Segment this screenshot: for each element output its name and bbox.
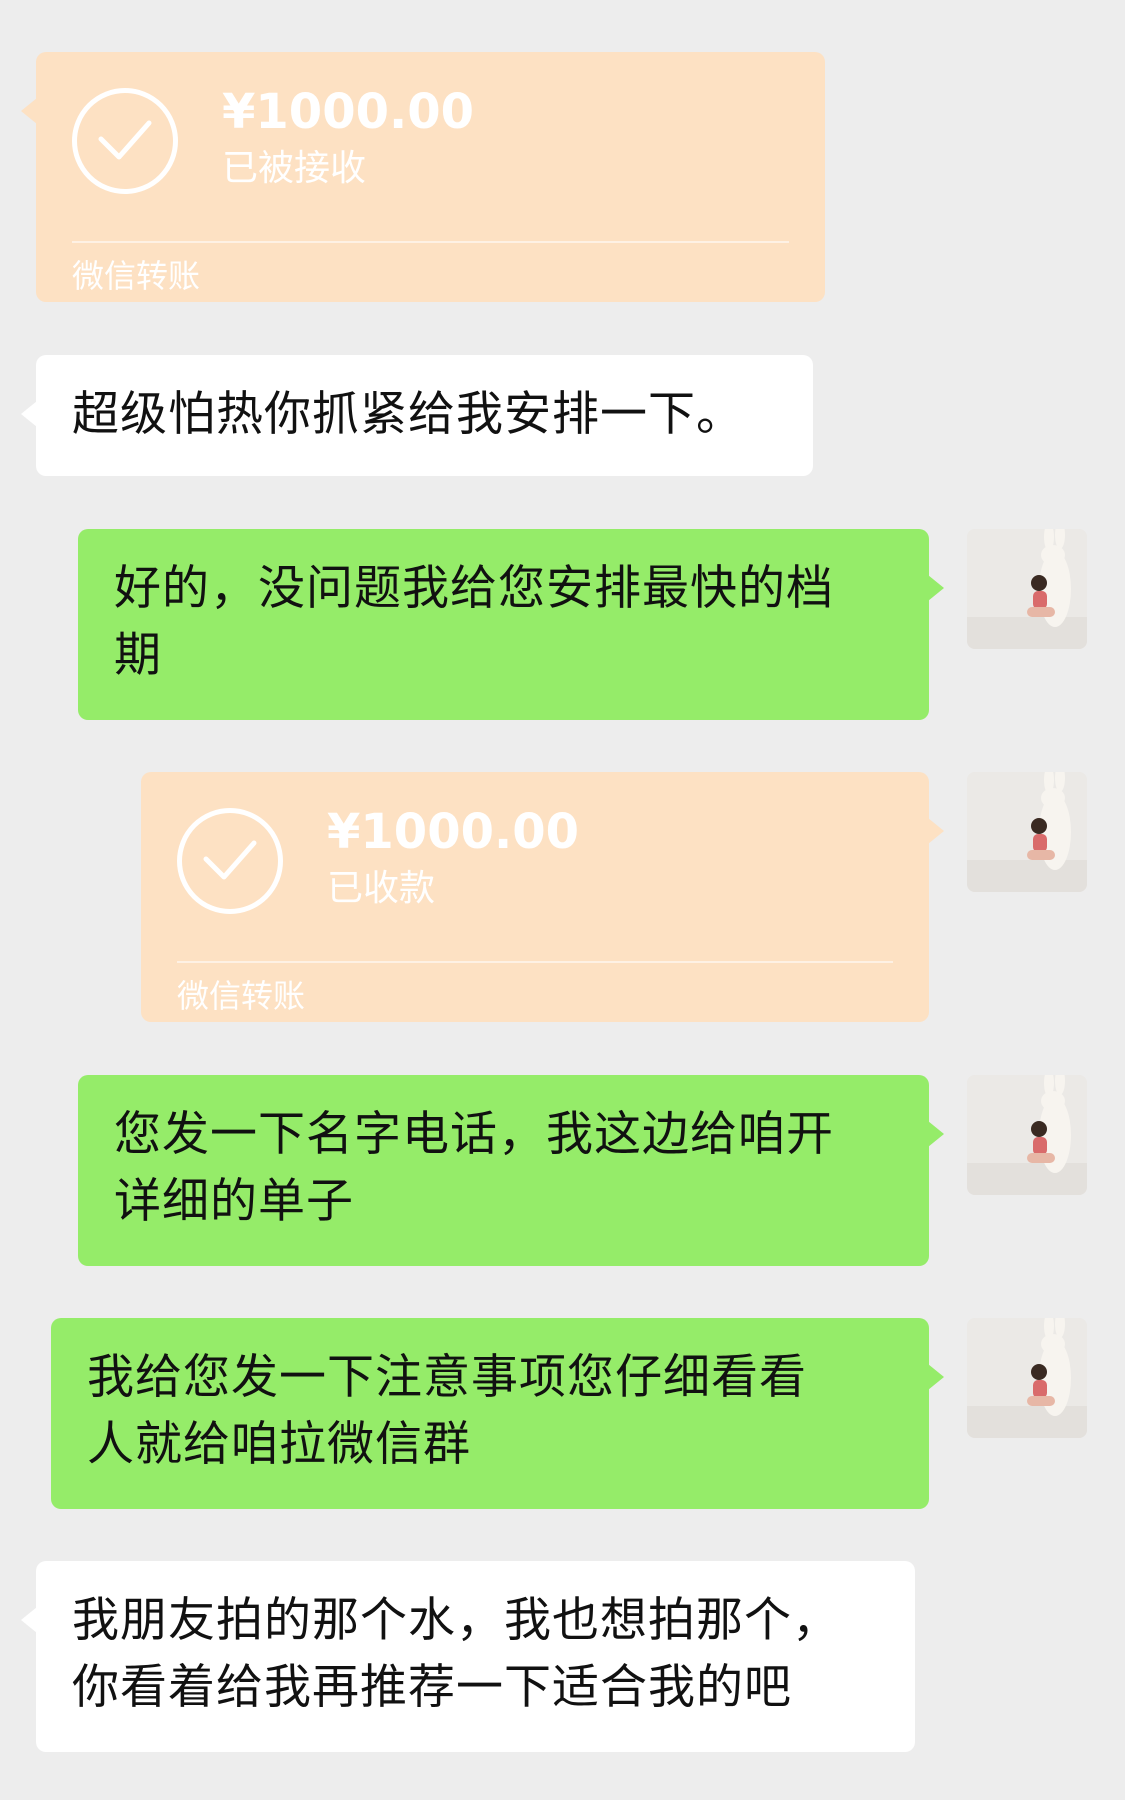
message-text-line: 好的，没问题我给您安排最快的档 [114, 561, 834, 616]
message-bubble-incoming[interactable]: 超级怕热你抓紧给我安排一下。 [21, 355, 813, 476]
check-circle-icon [177, 808, 283, 914]
transfer-footer-label: 微信转账 [177, 977, 306, 1015]
transfer-status: 已被接收 [222, 148, 367, 189]
message-text-line: 您发一下名字电话，我这边给咱开 [114, 1107, 834, 1162]
transfer-status: 已收款 [327, 868, 436, 909]
transfer-divider [72, 241, 789, 243]
message-text: 超级怕热你抓紧给我安排一下。 [72, 387, 744, 442]
message-bubble-outgoing[interactable]: 好的，没问题我给您安排最快的档 期 [78, 529, 944, 720]
message-bubble-incoming[interactable]: 我朋友拍的那个水，我也想拍那个， 你看着给我再推荐一下适合我的吧 [21, 1561, 915, 1752]
message-text-line: 详细的单子 [114, 1174, 354, 1229]
transfer-card-received[interactable]: ¥1000.00 已被接收 微信转账 [21, 52, 825, 302]
chat-message-list[interactable]: ¥1000.00 已被接收 微信转账 超级怕热你抓紧给我安排一下。 好的，没问题… [0, 0, 1125, 1800]
avatar[interactable] [967, 529, 1087, 649]
check-circle-icon [72, 88, 178, 194]
message-bubble-outgoing[interactable]: 您发一下名字电话，我这边给咱开 详细的单子 [78, 1075, 944, 1266]
message-text-line: 我朋友拍的那个水，我也想拍那个， [72, 1593, 840, 1648]
avatar[interactable] [967, 1075, 1087, 1195]
message-text-line: 你看着给我再推荐一下适合我的吧 [72, 1660, 792, 1715]
message-text-line: 期 [114, 628, 162, 683]
avatar[interactable] [967, 772, 1087, 892]
message-text-line: 人就给咱拉微信群 [87, 1417, 471, 1472]
message-bubble-outgoing[interactable]: 我给您发一下注意事项您仔细看看 人就给咱拉微信群 [51, 1318, 944, 1509]
transfer-amount: ¥1000.00 [327, 804, 580, 860]
transfer-amount: ¥1000.00 [222, 84, 475, 140]
message-text-line: 我给您发一下注意事项您仔细看看 [87, 1350, 807, 1405]
transfer-card-collected[interactable]: ¥1000.00 已收款 微信转账 [141, 772, 944, 1022]
avatar[interactable] [967, 1318, 1087, 1438]
transfer-divider [177, 961, 893, 963]
transfer-footer-label: 微信转账 [72, 257, 201, 295]
